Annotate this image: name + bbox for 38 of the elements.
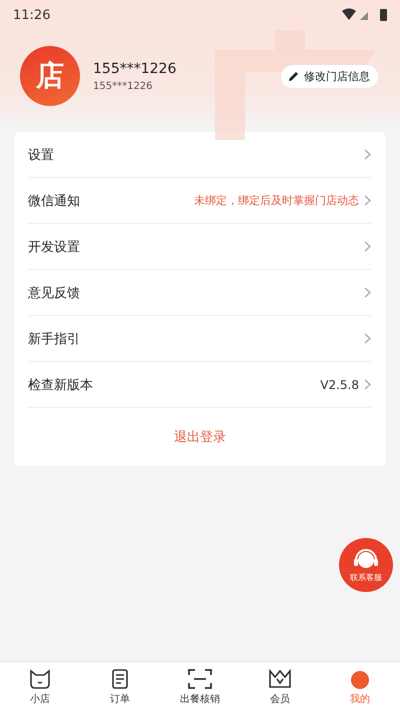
store-name: 155***1226 bbox=[93, 60, 178, 76]
menu-item[interactable]: 设置 bbox=[28, 132, 371, 178]
document-icon bbox=[111, 668, 129, 688]
phone-number: 155***1226 bbox=[93, 80, 154, 92]
menu-item[interactable]: 微信通知 未绑定，绑定后及时掌握门店动态 bbox=[28, 178, 371, 224]
status-time: 11:26 bbox=[13, 8, 50, 22]
tab[interactable]: 订单 bbox=[80, 662, 160, 712]
menu-item[interactable]: 检查新版本 V2.5.8 bbox=[28, 362, 371, 408]
menu-item[interactable]: 开发设置 bbox=[28, 224, 371, 270]
chevron-icon bbox=[364, 149, 371, 160]
chevron-icon bbox=[364, 287, 371, 298]
store-avatar: 店 bbox=[20, 46, 80, 106]
chevron-icon bbox=[364, 333, 371, 344]
tab[interactable]: 小店 bbox=[0, 662, 80, 712]
edit-store-button[interactable]: 修改门店信息 bbox=[281, 64, 378, 88]
cat-icon bbox=[28, 668, 52, 688]
chevron-icon bbox=[364, 195, 371, 206]
tab[interactable]: 出餐核销 bbox=[160, 662, 240, 712]
menu-label: 开发设置 bbox=[28, 238, 81, 256]
tab[interactable]: 会员 bbox=[240, 662, 320, 712]
menu-label: 检查新版本 bbox=[28, 376, 94, 394]
crown-icon bbox=[268, 668, 292, 688]
menu-item[interactable]: 意见反馈 bbox=[28, 270, 371, 316]
menu-label: 微信通知 bbox=[28, 192, 81, 210]
scan-icon bbox=[188, 668, 212, 688]
menu-value: V2.5.8 bbox=[320, 378, 359, 392]
ball-icon bbox=[349, 668, 371, 688]
chevron-icon bbox=[364, 241, 371, 252]
menu-item[interactable]: 新手指引 bbox=[28, 316, 371, 362]
status-icons bbox=[342, 8, 388, 22]
customer-service-button[interactable]: 联系客服 bbox=[339, 538, 393, 592]
chevron-icon bbox=[364, 379, 371, 390]
menu-label: 新手指引 bbox=[28, 330, 81, 348]
menu-label: 意见反馈 bbox=[28, 284, 81, 302]
pencil-icon bbox=[289, 71, 299, 81]
menu-label: 设置 bbox=[28, 146, 55, 164]
logout-button[interactable]: 退出登录 bbox=[14, 408, 386, 466]
menu-value: 未绑定，绑定后及时掌握门店动态 bbox=[194, 193, 359, 208]
